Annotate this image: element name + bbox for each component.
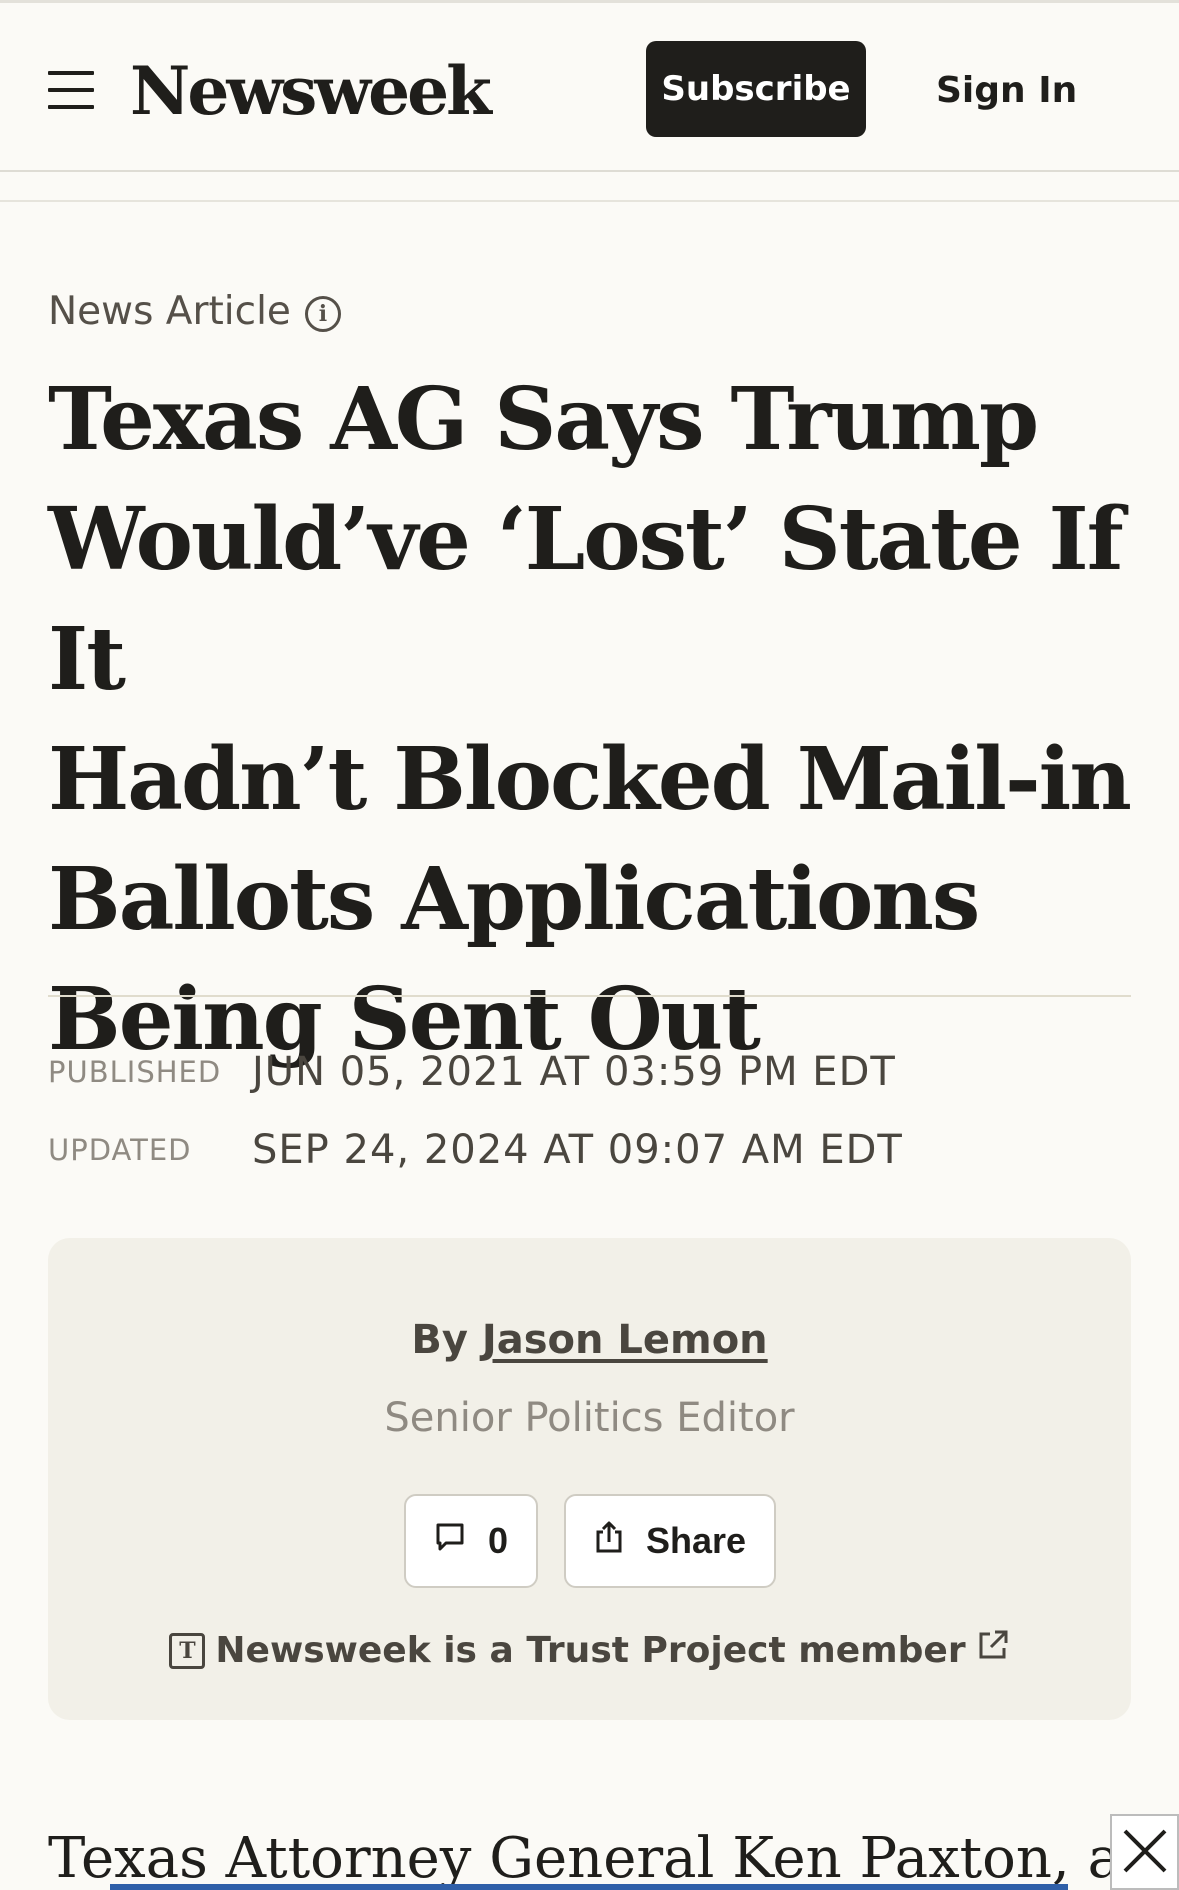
article-lead-paragraph: Texas Attorney General Ken Paxton, a	[48, 1822, 1121, 1890]
close-icon	[1119, 1825, 1171, 1880]
article-headline: Texas AG Says Trump Would’ve ‘Lost’ Stat…	[48, 360, 1148, 1080]
share-label: Share	[645, 1520, 747, 1561]
published-row: PUBLISHED JUN 05, 2021 AT 03:59 PM EDT	[48, 1046, 896, 1098]
ad-banner-edge	[110, 1884, 1068, 1890]
updated-date: SEP 24, 2024 AT 09:07 AM EDT	[252, 1127, 903, 1173]
menu-icon[interactable]	[48, 71, 94, 109]
close-ad-button[interactable]	[1110, 1814, 1179, 1890]
updated-label: UPDATED	[48, 1133, 192, 1167]
site-header: Newsweek Subscribe Sign In	[0, 0, 1179, 172]
headline-line: Hadn’t Blocked Mail-in	[48, 729, 1132, 830]
article-type-row: News Article i	[48, 288, 341, 336]
newsweek-logo[interactable]: Newsweek	[130, 49, 492, 133]
share-button[interactable]: Share	[564, 1494, 776, 1588]
article-actions: 0 Share	[404, 1494, 776, 1588]
comments-button[interactable]: 0	[404, 1494, 538, 1588]
headline-divider	[48, 995, 1131, 997]
published-label: PUBLISHED	[48, 1055, 222, 1089]
lead-text: Texas Attorney General	[48, 1826, 733, 1890]
author-link[interactable]: Jason Lemon	[482, 1317, 768, 1363]
share-icon	[594, 1520, 624, 1563]
byline-prefix: By	[411, 1317, 468, 1363]
headline-line: Ballots Applications	[48, 849, 980, 950]
ken-paxton-link[interactable]: Ken Paxton	[732, 1826, 1052, 1890]
byline-box: By Jason Lemon Senior Politics Editor 0 …	[48, 1238, 1131, 1720]
subscribe-button[interactable]: Subscribe	[646, 41, 866, 137]
article-type-label: News Article	[48, 289, 291, 334]
comment-icon	[434, 1520, 466, 1562]
comment-count: 0	[487, 1520, 509, 1561]
headline-line: Would’ve ‘Lost’ State If It	[48, 489, 1124, 710]
updated-row: UPDATED SEP 24, 2024 AT 09:07 AM EDT	[48, 1124, 903, 1176]
byline: By Jason Lemon	[48, 1314, 1131, 1366]
trust-project-text: Newsweek is a Trust Project member	[215, 1630, 966, 1671]
sign-in-link[interactable]: Sign In	[936, 69, 1077, 113]
published-date: JUN 05, 2021 AT 03:59 PM EDT	[252, 1049, 896, 1095]
author-title: Senior Politics Editor	[384, 1395, 795, 1441]
info-icon[interactable]: i	[304, 296, 341, 332]
headline-line: Texas AG Says Trump	[48, 369, 1039, 470]
trust-project-link[interactable]: T Newsweek is a Trust Project member	[48, 1628, 1131, 1674]
external-link-icon	[976, 1628, 1010, 1674]
trust-project-icon: T	[169, 1633, 206, 1669]
header-subbar	[0, 172, 1179, 202]
